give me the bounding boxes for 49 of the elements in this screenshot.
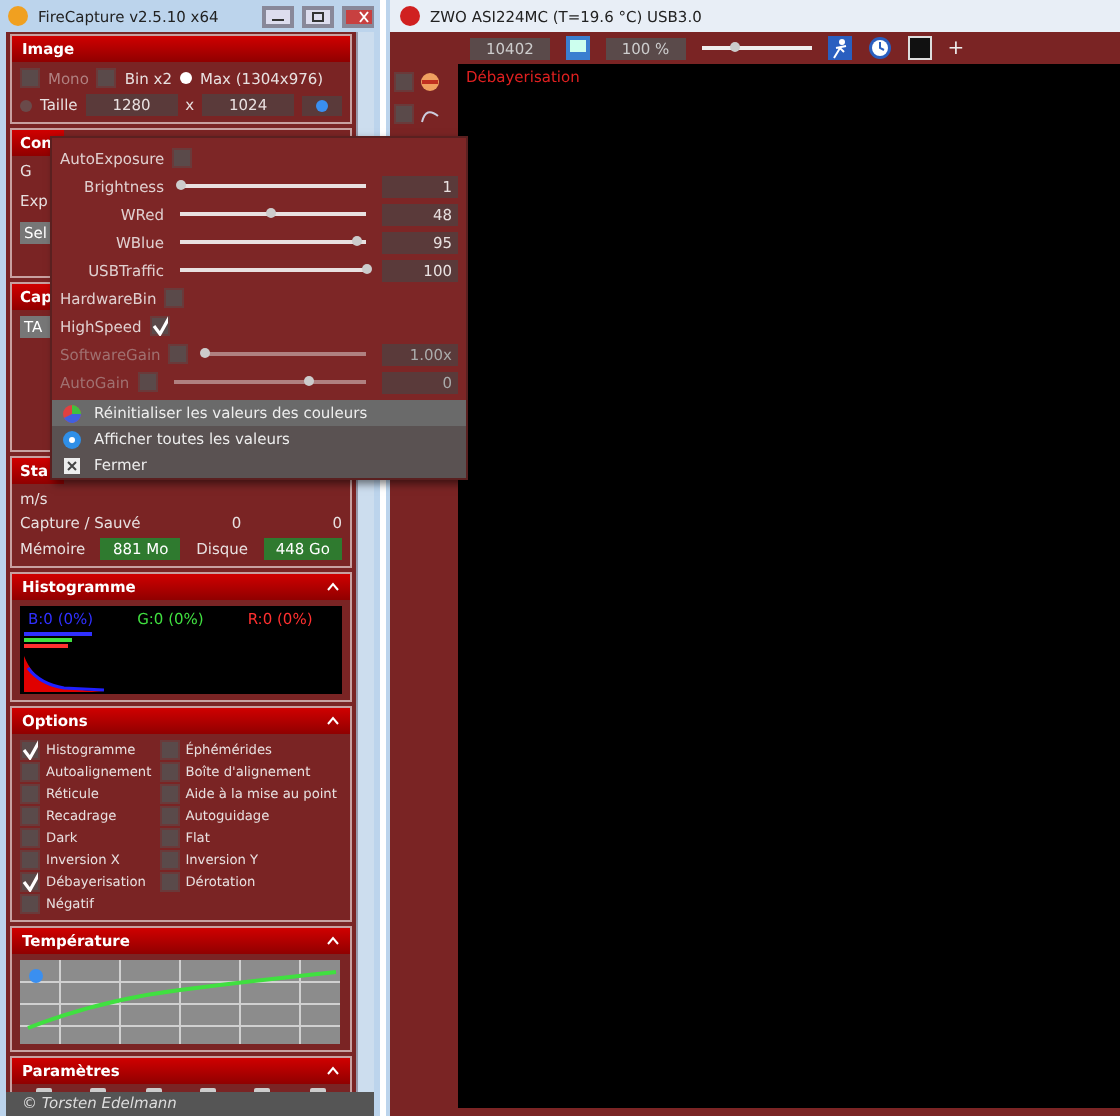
checkbox[interactable] (159, 828, 180, 848)
collapse-icon[interactable] (326, 716, 340, 726)
close-button[interactable] (342, 5, 374, 27)
checkbox[interactable] (96, 68, 117, 88)
add-button[interactable]: + (947, 37, 965, 59)
size-preset-button[interactable] (301, 95, 342, 115)
histogram-curve (24, 632, 108, 692)
dot-icon (313, 97, 330, 113)
checkbox[interactable] (159, 806, 180, 826)
monitor-icon[interactable] (565, 36, 590, 60)
filter-icon[interactable] (420, 72, 440, 92)
minimize-button[interactable] (262, 5, 294, 27)
checkbox[interactable] (20, 740, 40, 760)
checkbox[interactable] (20, 762, 40, 782)
terminal-icon[interactable] (907, 36, 932, 60)
checkbox[interactable] (172, 148, 193, 168)
checkbox[interactable] (159, 762, 180, 782)
checkbox[interactable] (159, 850, 180, 870)
collapse-icon[interactable] (326, 582, 340, 592)
checkbox[interactable] (394, 104, 414, 124)
checkbox[interactable] (20, 806, 40, 826)
checkbox[interactable] (394, 72, 414, 92)
checkbox[interactable] (164, 288, 185, 308)
checkbox[interactable] (149, 316, 170, 336)
close-icon (62, 455, 82, 475)
slider-thumb[interactable] (730, 42, 741, 52)
radio-button[interactable] (20, 99, 32, 111)
slider-thumb[interactable] (362, 264, 372, 274)
checkbox[interactable] (159, 784, 180, 804)
collapse-icon[interactable] (326, 936, 340, 946)
radio-button[interactable] (179, 72, 192, 84)
info-icon (62, 429, 82, 449)
slider-thumb[interactable] (176, 180, 186, 190)
maximize-button[interactable] (302, 5, 334, 27)
checkbox[interactable] (20, 850, 40, 870)
checkbox[interactable] (20, 872, 40, 892)
slider-thumb[interactable] (352, 236, 363, 246)
collapse-icon[interactable] (326, 1066, 340, 1076)
checkbox[interactable] (159, 872, 180, 892)
camera-icon (398, 4, 422, 28)
checkbox[interactable] (20, 894, 40, 914)
sun-icon (6, 4, 30, 28)
checkbox[interactable] (20, 784, 40, 804)
slider-thumb[interactable] (265, 208, 276, 218)
runner-icon[interactable] (827, 36, 852, 60)
color-wheel-icon (62, 403, 82, 423)
checkbox[interactable] (159, 740, 180, 760)
clock-icon[interactable] (867, 36, 892, 60)
checkbox[interactable] (20, 828, 40, 848)
